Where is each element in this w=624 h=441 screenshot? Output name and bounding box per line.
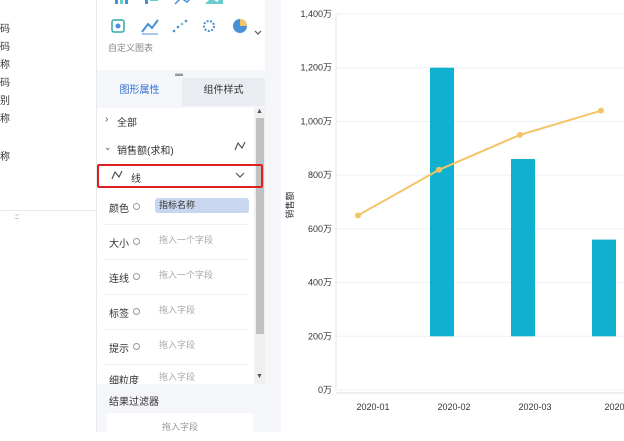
scrollbar-thumb[interactable] <box>256 118 264 334</box>
gear-icon[interactable] <box>133 238 140 245</box>
x-tick-label: 2020-02 <box>437 402 470 412</box>
bar-chart-icon[interactable] <box>115 0 128 4</box>
chevron-down-icon: ⌄ <box>104 142 112 152</box>
line-type-icon <box>234 141 246 151</box>
prop-row-label: 标签 <box>109 309 129 320</box>
property-panel: 自定义图表 ▬ 图形属性 组件样式 › 全部 ⌄ 销售额(求和) 线 颜色 指标名… <box>97 0 265 432</box>
mark-type-highlight <box>97 164 263 188</box>
trend-icon[interactable] <box>141 19 159 35</box>
line-point[interactable] <box>436 166 442 173</box>
y-tick-label: 1,200万 <box>300 63 332 73</box>
y-axis-label: 销售额 <box>284 191 295 218</box>
area-chart-icon[interactable] <box>205 0 223 4</box>
row-divider <box>103 294 248 295</box>
bar[interactable] <box>511 159 535 337</box>
y-tick-label: 1,400万 <box>300 9 332 19</box>
custom-chart-label: 自定义图表 <box>108 43 154 53</box>
result-filter-title: 结果过滤器 <box>109 397 159 408</box>
prop-field-dropzone[interactable]: 拖入字段 <box>155 303 249 318</box>
line-chart-icon[interactable] <box>174 0 193 5</box>
x-tick-label: 2020-03 <box>518 402 551 412</box>
field-item[interactable]: 别 <box>0 92 10 107</box>
drag-handle-icon[interactable]: ▬ <box>175 69 183 78</box>
tab-component-style[interactable]: 组件样式 <box>182 78 265 106</box>
chart-card[interactable]: 0万 200万 400万 600万 800万 1,000万 1,200万 1,400万销售额 2… <box>281 0 624 432</box>
line-series <box>357 109 602 217</box>
bar[interactable] <box>592 239 616 337</box>
scatter-icon[interactable] <box>172 19 188 33</box>
row-divider <box>103 329 248 330</box>
chevron-down-icon[interactable] <box>254 30 262 35</box>
scroll-up-icon[interactable]: ▲ <box>256 108 263 115</box>
measure-label: 销售额(求和) <box>117 146 174 157</box>
line-point[interactable] <box>598 107 604 114</box>
y-tick-label: 400万 <box>308 278 332 288</box>
field-item[interactable]: 码 <box>0 74 10 89</box>
field-item[interactable]: 称 <box>0 56 10 71</box>
stacked-bar-icon[interactable] <box>145 0 158 4</box>
prop-field-dropzone[interactable]: 拖入一个字段 <box>155 268 249 283</box>
prop-field-dropzone[interactable]: 指标名称 <box>155 198 249 213</box>
row-divider <box>103 364 248 365</box>
field-item[interactable]: 码 <box>0 38 10 53</box>
prop-row-label: 大小 <box>109 239 129 250</box>
prop-field-dropzone[interactable]: 拖入字段 <box>155 370 249 384</box>
property-list: › 全部 ⌄ 销售额(求和) 线 颜色 指标名称 大小 拖入一个字段 连线 拖入一个字段标… <box>97 108 254 384</box>
y-tick-label: 800万 <box>308 170 332 180</box>
pie-chart-icon[interactable] <box>233 19 247 33</box>
field-list-divider <box>0 210 97 211</box>
line-point[interactable] <box>355 212 361 219</box>
field-item[interactable]: 称 <box>0 110 10 125</box>
resize-grip[interactable]: :::: <box>14 212 20 221</box>
x-tick-label: 2020-01 <box>356 402 389 412</box>
prop-row-label: 连线 <box>109 274 129 285</box>
prop-row-label: 提示 <box>109 344 129 355</box>
row-divider <box>103 224 248 225</box>
y-tick-label: 0万 <box>318 385 332 395</box>
gear-icon[interactable] <box>133 203 140 210</box>
chart-type-picker: 自定义图表 <box>97 0 265 70</box>
y-tick-label: 600万 <box>308 224 332 234</box>
prop-row-label: 颜色 <box>109 204 129 215</box>
property-tabs: 图形属性 组件样式 <box>97 78 265 106</box>
all-label: 全部 <box>117 118 137 129</box>
chevron-right-icon: › <box>105 114 109 125</box>
prop-field-dropzone[interactable]: 拖入字段 <box>155 338 249 353</box>
bar[interactable] <box>430 67 454 337</box>
tab-graphic-attributes[interactable]: 图形属性 <box>97 78 182 106</box>
field-item[interactable]: 码 <box>0 20 10 35</box>
field-item[interactable]: 称 <box>0 148 10 163</box>
bubble-icon[interactable] <box>203 20 215 32</box>
y-tick-label: 200万 <box>308 331 332 341</box>
gear-icon[interactable] <box>133 343 140 350</box>
line-point[interactable] <box>517 131 523 138</box>
scroll-down-icon[interactable]: ▼ <box>256 373 263 380</box>
chart-type-icons <box>111 0 262 35</box>
row-divider <box>103 259 248 260</box>
prop-row-label: 细粒度 <box>109 376 139 384</box>
custom-chart-icon[interactable] <box>111 19 125 33</box>
gear-icon[interactable] <box>133 308 140 315</box>
prop-field-dropzone[interactable]: 拖入一个字段 <box>155 233 249 248</box>
x-tick-label: 2020- <box>604 402 624 412</box>
gear-icon[interactable] <box>133 273 140 280</box>
y-tick-label: 1,000万 <box>300 116 332 126</box>
sales-chart: 0万 200万 400万 600万 800万 1,000万 1,200万 1,400万销售额 2… <box>284 9 624 412</box>
